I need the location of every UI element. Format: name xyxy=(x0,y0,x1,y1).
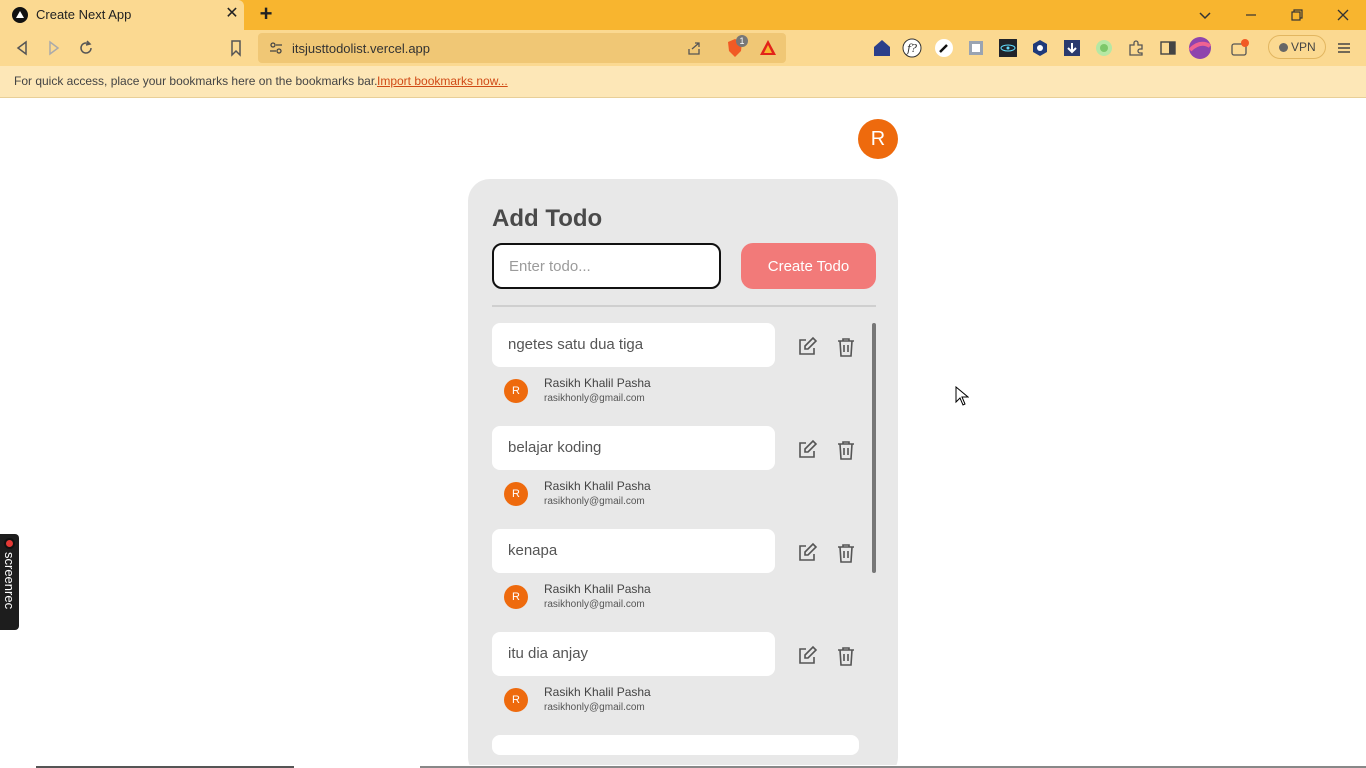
todo-item: itu dia anjay R Rasikh Khalil Pasha rasi… xyxy=(492,632,872,735)
trash-icon[interactable] xyxy=(837,646,855,666)
todo-list: ngetes satu dua tiga R Rasikh Khalil Pas… xyxy=(492,323,872,743)
profile-avatar-icon[interactable] xyxy=(1188,36,1212,60)
todo-item: belajar koding R Rasikh Khalil Pasha ras… xyxy=(492,426,872,529)
bookmark-icon[interactable] xyxy=(225,37,247,59)
extension-green-circle-icon[interactable] xyxy=(1094,38,1114,58)
todo-text[interactable]: ngetes satu dua tiga xyxy=(492,323,775,367)
extension-react-icon[interactable] xyxy=(998,38,1018,58)
owner-name: Rasikh Khalil Pasha xyxy=(544,685,651,699)
edit-icon[interactable] xyxy=(796,542,818,564)
owner-email: rasikhonly@gmail.com xyxy=(544,702,645,713)
back-icon[interactable] xyxy=(11,37,33,59)
owner-avatar: R xyxy=(504,482,528,506)
todo-text[interactable]: kenapa xyxy=(492,529,775,573)
extension-eyedropper-icon[interactable] xyxy=(934,38,954,58)
create-todo-button[interactable]: Create Todo xyxy=(741,243,876,289)
tab-strip: Create Next App ✕ + xyxy=(0,0,1366,30)
restore-icon[interactable] xyxy=(1285,4,1309,26)
todo-text[interactable]: belajar koding xyxy=(492,426,775,470)
close-tab-icon[interactable]: ✕ xyxy=(224,6,240,22)
list-scrollbar[interactable] xyxy=(872,323,876,573)
bookmarks-bar: For quick access, place your bookmarks h… xyxy=(0,66,1366,98)
user-avatar[interactable]: R xyxy=(858,119,898,159)
extensions-puzzle-icon[interactable] xyxy=(1126,38,1146,58)
extension-formula-icon[interactable]: f? xyxy=(902,38,922,58)
extension-house-icon[interactable] xyxy=(872,38,892,58)
sidebar-toggle-icon[interactable] xyxy=(1158,38,1178,58)
owner-name: Rasikh Khalil Pasha xyxy=(544,376,651,390)
owner-avatar: R xyxy=(504,379,528,403)
active-tab[interactable]: Create Next App ✕ xyxy=(0,0,244,30)
share-icon[interactable] xyxy=(686,40,702,56)
svg-text:f?: f? xyxy=(906,42,917,55)
tab-search-chevron-icon[interactable] xyxy=(1193,4,1217,26)
extension-download-icon[interactable] xyxy=(1062,38,1082,58)
owner-avatar: R xyxy=(504,688,528,712)
divider xyxy=(492,305,876,307)
menu-icon[interactable] xyxy=(1334,38,1354,58)
owner-email: rasikhonly@gmail.com xyxy=(544,496,645,507)
site-settings-icon[interactable] xyxy=(268,40,284,56)
owner-name: Rasikh Khalil Pasha xyxy=(544,479,651,493)
extension-hex-icon[interactable] xyxy=(1030,38,1050,58)
vpn-status-icon xyxy=(1279,43,1288,52)
trash-icon[interactable] xyxy=(837,543,855,563)
bookmarks-prompt: For quick access, place your bookmarks h… xyxy=(14,74,378,88)
address-bar[interactable]: itsjusttodolist.vercel.app 1 xyxy=(258,33,786,63)
reload-icon[interactable] xyxy=(75,37,97,59)
owner-name: Rasikh Khalil Pasha xyxy=(544,582,651,596)
minimize-icon[interactable] xyxy=(1239,4,1263,26)
new-tab-button[interactable]: + xyxy=(256,3,276,26)
tab-title: Create Next App xyxy=(36,7,132,22)
brave-rewards-icon[interactable] xyxy=(758,38,778,58)
extension-puzzle-grey-icon[interactable] xyxy=(966,38,986,58)
forward-icon[interactable] xyxy=(43,37,65,59)
vpn-button[interactable]: VPN xyxy=(1268,35,1326,59)
edit-icon[interactable] xyxy=(796,439,818,461)
vpn-label: VPN xyxy=(1291,40,1316,54)
mouse-cursor-icon xyxy=(955,386,969,406)
close-window-icon[interactable] xyxy=(1331,4,1355,26)
todo-item-partial[interactable] xyxy=(492,735,859,755)
todo-card: Add Todo Create Todo ngetes satu dua tig… xyxy=(468,179,898,768)
browser-toolbar: itsjusttodolist.vercel.app 1 10 f? VPN xyxy=(0,30,1366,92)
edit-icon[interactable] xyxy=(796,645,818,667)
todo-text[interactable]: itu dia anjay xyxy=(492,632,775,676)
import-bookmarks-link[interactable]: Import bookmarks now... xyxy=(377,74,508,88)
todo-item: kenapa R Rasikh Khalil Pasha rasikhonly@… xyxy=(492,529,872,632)
edit-icon[interactable] xyxy=(796,336,818,358)
vercel-favicon-icon xyxy=(12,7,28,23)
trash-icon[interactable] xyxy=(837,440,855,460)
wallet-icon[interactable] xyxy=(1230,38,1250,58)
card-title: Add Todo xyxy=(492,205,603,232)
owner-email: rasikhonly@gmail.com xyxy=(544,599,645,610)
todo-item: ngetes satu dua tiga R Rasikh Khalil Pas… xyxy=(492,323,872,426)
screenrec-label: screenrec xyxy=(2,552,17,610)
owner-avatar: R xyxy=(504,585,528,609)
shields-count-badge: 1 xyxy=(736,35,748,47)
owner-email: rasikhonly@gmail.com xyxy=(544,393,645,404)
record-icon xyxy=(4,538,15,549)
trash-icon[interactable] xyxy=(837,337,855,357)
screenrec-widget[interactable]: screenrec xyxy=(0,534,19,630)
url-text: itsjusttodolist.vercel.app xyxy=(292,41,431,56)
todo-input[interactable] xyxy=(492,243,721,289)
